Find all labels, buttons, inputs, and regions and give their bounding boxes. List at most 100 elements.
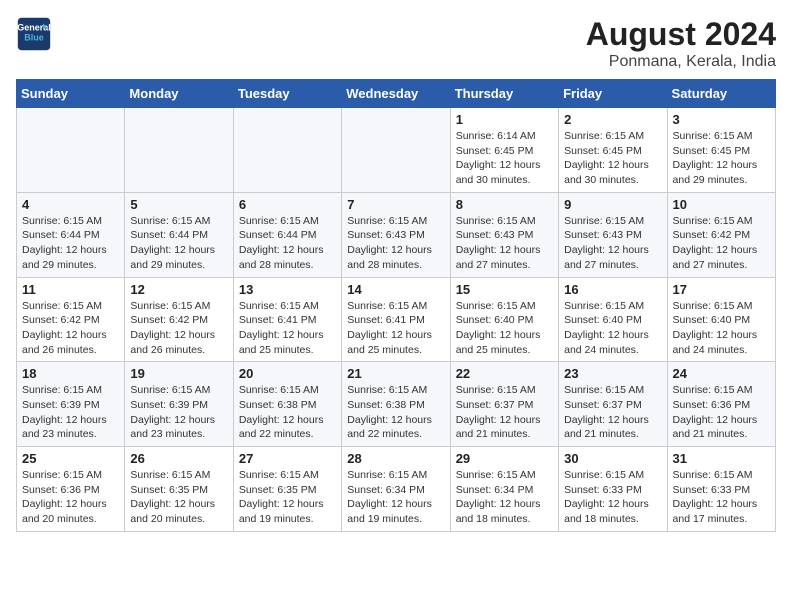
day-info: Sunrise: 6:15 AM Sunset: 6:40 PM Dayligh… (673, 299, 770, 358)
day-number: 28 (347, 451, 444, 466)
calendar-cell: 10 Sunrise: 6:15 AM Sunset: 6:42 PM Dayli… (667, 192, 775, 277)
page-header: General Blue August 2024 Ponmana, Kerala… (16, 16, 776, 71)
calendar-cell: 7 Sunrise: 6:15 AM Sunset: 6:43 PM Daylig… (342, 192, 450, 277)
day-number: 4 (22, 197, 119, 212)
day-info: Sunrise: 6:15 AM Sunset: 6:40 PM Dayligh… (564, 299, 661, 358)
calendar-cell: 28 Sunrise: 6:15 AM Sunset: 6:34 PM Dayli… (342, 447, 450, 532)
day-number: 21 (347, 366, 444, 381)
calendar-cell: 6Sunrise: 6:15 AM Sunset: 6:44 PM Daylig… (233, 192, 341, 277)
day-number: 26 (130, 451, 227, 466)
day-number: 11 (22, 282, 119, 297)
calendar-cell: 23 Sunrise: 6:15 AM Sunset: 6:37 PM Dayli… (559, 362, 667, 447)
day-info: Sunrise: 6:15 AM Sunset: 6:41 PM Dayligh… (347, 299, 444, 358)
calendar-cell: 25 Sunrise: 6:15 AM Sunset: 6:36 PM Dayli… (17, 447, 125, 532)
calendar-cell (125, 108, 233, 193)
title-block: August 2024 Ponmana, Kerala, India (586, 16, 776, 71)
calendar-cell (233, 108, 341, 193)
weekday-header-thursday: Thursday (450, 80, 558, 108)
calendar-cell: 22Sunrise: 6:15 AM Sunset: 6:37 PM Dayli… (450, 362, 558, 447)
calendar-table: SundayMondayTuesdayWednesdayThursdayFrid… (16, 79, 776, 532)
calendar-week-0: 1 Sunrise: 6:14 AM Sunset: 6:45 PM Daylig… (17, 108, 776, 193)
calendar-week-3: 18 Sunrise: 6:15 AM Sunset: 6:39 PM Dayli… (17, 362, 776, 447)
day-info: Sunrise: 6:15 AM Sunset: 6:36 PM Dayligh… (673, 383, 770, 442)
day-info: Sunrise: 6:15 AM Sunset: 6:37 PM Dayligh… (456, 383, 553, 442)
calendar-cell: 30 Sunrise: 6:15 AM Sunset: 6:33 PM Dayli… (559, 447, 667, 532)
logo-icon: General Blue (16, 16, 52, 52)
calendar-cell: 9Sunrise: 6:15 AM Sunset: 6:43 PM Daylig… (559, 192, 667, 277)
day-info: Sunrise: 6:15 AM Sunset: 6:36 PM Dayligh… (22, 468, 119, 527)
day-number: 12 (130, 282, 227, 297)
calendar-cell: 31Sunrise: 6:15 AM Sunset: 6:33 PM Dayli… (667, 447, 775, 532)
page-title: August 2024 (586, 16, 776, 53)
day-info: Sunrise: 6:15 AM Sunset: 6:43 PM Dayligh… (347, 214, 444, 273)
weekday-header-friday: Friday (559, 80, 667, 108)
calendar-cell: 12Sunrise: 6:15 AM Sunset: 6:42 PM Dayli… (125, 277, 233, 362)
calendar-cell: 21 Sunrise: 6:15 AM Sunset: 6:38 PM Dayli… (342, 362, 450, 447)
day-number: 27 (239, 451, 336, 466)
day-info: Sunrise: 6:15 AM Sunset: 6:45 PM Dayligh… (673, 129, 770, 188)
calendar-cell: 11 Sunrise: 6:15 AM Sunset: 6:42 PM Dayli… (17, 277, 125, 362)
day-info: Sunrise: 6:15 AM Sunset: 6:35 PM Dayligh… (239, 468, 336, 527)
calendar-cell: 2Sunrise: 6:15 AM Sunset: 6:45 PM Daylig… (559, 108, 667, 193)
day-info: Sunrise: 6:15 AM Sunset: 6:42 PM Dayligh… (22, 299, 119, 358)
day-number: 30 (564, 451, 661, 466)
calendar-cell: 20 Sunrise: 6:15 AM Sunset: 6:38 PM Dayli… (233, 362, 341, 447)
day-info: Sunrise: 6:14 AM Sunset: 6:45 PM Dayligh… (456, 129, 553, 188)
day-number: 9 (564, 197, 661, 212)
calendar-cell: 5Sunrise: 6:15 AM Sunset: 6:44 PM Daylig… (125, 192, 233, 277)
day-number: 16 (564, 282, 661, 297)
day-info: Sunrise: 6:15 AM Sunset: 6:34 PM Dayligh… (347, 468, 444, 527)
day-info: Sunrise: 6:15 AM Sunset: 6:39 PM Dayligh… (130, 383, 227, 442)
day-number: 3 (673, 112, 770, 127)
day-info: Sunrise: 6:15 AM Sunset: 6:44 PM Dayligh… (22, 214, 119, 273)
day-number: 13 (239, 282, 336, 297)
calendar-cell: 24 Sunrise: 6:15 AM Sunset: 6:36 PM Dayli… (667, 362, 775, 447)
calendar-cell: 13 Sunrise: 6:15 AM Sunset: 6:41 PM Dayli… (233, 277, 341, 362)
weekday-row: SundayMondayTuesdayWednesdayThursdayFrid… (17, 80, 776, 108)
calendar-cell: 3 Sunrise: 6:15 AM Sunset: 6:45 PM Daylig… (667, 108, 775, 193)
weekday-header-sunday: Sunday (17, 80, 125, 108)
day-info: Sunrise: 6:15 AM Sunset: 6:39 PM Dayligh… (22, 383, 119, 442)
day-info: Sunrise: 6:15 AM Sunset: 6:35 PM Dayligh… (130, 468, 227, 527)
day-number: 7 (347, 197, 444, 212)
calendar-cell: 18 Sunrise: 6:15 AM Sunset: 6:39 PM Dayli… (17, 362, 125, 447)
day-info: Sunrise: 6:15 AM Sunset: 6:38 PM Dayligh… (347, 383, 444, 442)
day-info: Sunrise: 6:15 AM Sunset: 6:42 PM Dayligh… (673, 214, 770, 273)
day-info: Sunrise: 6:15 AM Sunset: 6:37 PM Dayligh… (564, 383, 661, 442)
calendar-body: 1 Sunrise: 6:14 AM Sunset: 6:45 PM Daylig… (17, 108, 776, 532)
day-number: 24 (673, 366, 770, 381)
day-number: 20 (239, 366, 336, 381)
weekday-header-tuesday: Tuesday (233, 80, 341, 108)
calendar-cell (342, 108, 450, 193)
day-number: 17 (673, 282, 770, 297)
logo: General Blue (16, 16, 52, 52)
calendar-header: SundayMondayTuesdayWednesdayThursdayFrid… (17, 80, 776, 108)
day-number: 14 (347, 282, 444, 297)
day-number: 29 (456, 451, 553, 466)
calendar-cell: 27 Sunrise: 6:15 AM Sunset: 6:35 PM Dayli… (233, 447, 341, 532)
day-number: 1 (456, 112, 553, 127)
day-number: 10 (673, 197, 770, 212)
day-info: Sunrise: 6:15 AM Sunset: 6:38 PM Dayligh… (239, 383, 336, 442)
calendar-cell: 8Sunrise: 6:15 AM Sunset: 6:43 PM Daylig… (450, 192, 558, 277)
day-number: 31 (673, 451, 770, 466)
calendar-cell: 26 Sunrise: 6:15 AM Sunset: 6:35 PM Dayli… (125, 447, 233, 532)
day-number: 5 (130, 197, 227, 212)
day-number: 19 (130, 366, 227, 381)
day-number: 6 (239, 197, 336, 212)
calendar-week-2: 11 Sunrise: 6:15 AM Sunset: 6:42 PM Dayli… (17, 277, 776, 362)
calendar-cell: 19 Sunrise: 6:15 AM Sunset: 6:39 PM Dayli… (125, 362, 233, 447)
page-subtitle: Ponmana, Kerala, India (586, 53, 776, 71)
day-number: 25 (22, 451, 119, 466)
weekday-header-wednesday: Wednesday (342, 80, 450, 108)
calendar-cell: 15Sunrise: 6:15 AM Sunset: 6:40 PM Dayli… (450, 277, 558, 362)
day-info: Sunrise: 6:15 AM Sunset: 6:33 PM Dayligh… (564, 468, 661, 527)
day-number: 2 (564, 112, 661, 127)
day-info: Sunrise: 6:15 AM Sunset: 6:41 PM Dayligh… (239, 299, 336, 358)
svg-text:Blue: Blue (24, 32, 44, 42)
day-number: 18 (22, 366, 119, 381)
day-number: 8 (456, 197, 553, 212)
calendar-cell (17, 108, 125, 193)
day-number: 23 (564, 366, 661, 381)
calendar-cell: 1 Sunrise: 6:14 AM Sunset: 6:45 PM Daylig… (450, 108, 558, 193)
